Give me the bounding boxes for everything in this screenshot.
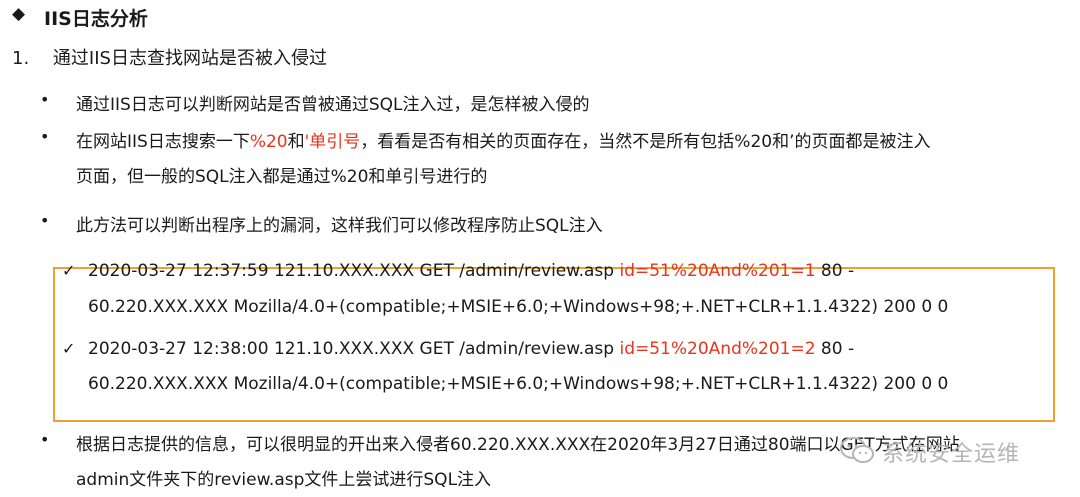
bullet-dot: • — [40, 127, 50, 146]
bullet-text-4: 根据日志提供的信息，可以很明显的开出来入侵者60.220.XXX.XXX在202… — [76, 435, 960, 455]
check-icon: ✓ — [62, 261, 76, 280]
bullet-text-2-line2: 页面，但一般的SQL注入都是通过%20和单引号进行的 — [76, 167, 488, 187]
log-2-pre: 2020-03-27 12:38:00 121.10.XXX.XXX GET /… — [88, 339, 620, 359]
bullet-text-1: 通过IIS日志可以判断网站是否曾被通过SQL注入过，是怎样被入侵的 — [76, 95, 590, 115]
bullet-2-mid: 和 — [287, 132, 305, 152]
highlight-space: %20 — [249, 132, 288, 152]
log-entry-1: 2020-03-27 12:37:59 121.10.XXX.XXX GET /… — [88, 261, 854, 281]
bullet-2-post: ，看看是否有相关的页面存在，当然不是所有包括%20和’的页面都是被注入 — [360, 132, 931, 152]
wechat-icon — [840, 436, 874, 466]
log-1-pre: 2020-03-27 12:37:59 121.10.XXX.XXX GET /… — [88, 261, 620, 281]
log-2-payload: id=51%20And%201=2 — [619, 339, 816, 359]
item-label: 通过IIS日志查找网站是否被入侵过 — [52, 48, 327, 69]
numbered-item: 1. 通过IIS日志查找网站是否被入侵过 — [12, 44, 327, 70]
highlight-quote: '单引号 — [304, 132, 361, 152]
bullet-2-pre: 在网站IIS日志搜索一下 — [76, 132, 250, 152]
bullet-dot: • — [40, 211, 50, 230]
bullet-dot: • — [40, 90, 50, 109]
watermark-text: 系统安全运维 — [882, 442, 1021, 467]
check-icon: ✓ — [62, 339, 76, 358]
page-title: IIS日志分析 — [44, 8, 148, 30]
log-1-post: 80 - — [815, 261, 855, 281]
bullet-text-4-line2: admin文件夹下的review.asp文件上尝试进行SQL注入 — [76, 470, 492, 490]
bullet-text-3: 此方法可以判断出程序上的漏洞，这样我们可以修改程序防止SQL注入 — [76, 216, 603, 236]
log-entry-2-line2: 60.220.XXX.XXX Mozilla/4.0+(compatible;+… — [88, 374, 949, 394]
diamond-bullet: ◆ — [12, 4, 26, 24]
bullet-dot: • — [40, 430, 50, 449]
log-entry-2: 2020-03-27 12:38:00 121.10.XXX.XXX GET /… — [88, 339, 854, 359]
bullet-text-2: 在网站IIS日志搜索一下%20和'单引号，看看是否有相关的页面存在，当然不是所有… — [76, 127, 931, 152]
log-entry-1-line2: 60.220.XXX.XXX Mozilla/4.0+(compatible;+… — [88, 297, 949, 317]
item-number: 1. — [12, 48, 30, 69]
log-2-post: 80 - — [815, 339, 855, 359]
log-1-payload: id=51%20And%201=1 — [619, 261, 816, 281]
